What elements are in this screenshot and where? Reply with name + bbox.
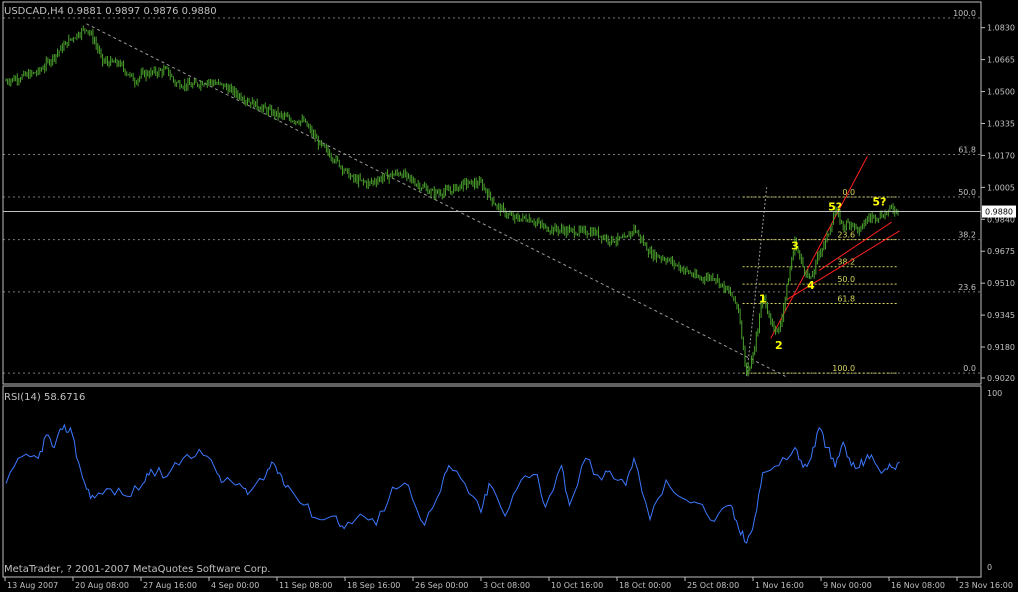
rsi-tick-label: 100: [987, 389, 1002, 398]
fib-level-label: 50.0: [958, 188, 976, 197]
rsi-header: RSI(14) 58.6716: [4, 392, 85, 403]
time-tick-label: 18 Sep 16:00: [347, 581, 400, 590]
rsi-axis: 100 0: [987, 389, 1002, 572]
time-tick-label: 1 Nov 16:00: [755, 581, 804, 590]
chart-frame: [2, 1, 982, 578]
price-tick-label: 0.9675: [987, 247, 1015, 256]
fib-retracement-label: 61.8: [837, 294, 855, 303]
price-tick-label: 0.9180: [987, 343, 1015, 352]
price-channel[interactable]: [770, 156, 900, 339]
price-axis: 1.0830 1.0665 1.0500 1.0335 1.0170 1.0005 0.98…: [981, 24, 1015, 383]
time-axis: 13 Aug 2007 20 Aug 08:00 27 Aug 16:00 4 Sep…: [4, 577, 1013, 590]
price-header: USDCAD,H4 0.9881 0.9897 0.9876 0.9880: [4, 6, 217, 17]
rsi-tick-label: 0: [987, 563, 992, 572]
price-tick-label: 1.0170: [987, 151, 1015, 160]
price-tick-label: 1.0665: [987, 56, 1015, 65]
current-price-tag: 0.9880: [982, 205, 1016, 218]
rsi-pane-border: [2, 385, 982, 578]
fib-retracement-label: 23.6: [837, 231, 855, 240]
fib-level-label: 100.0: [953, 9, 976, 18]
price-tick-label: 1.0005: [987, 183, 1015, 192]
time-tick-label: 4 Sep 00:00: [211, 581, 259, 590]
trendline[interactable]: [86, 23, 788, 378]
price-tick-label: 0.9510: [987, 279, 1015, 288]
price-pane-border: [2, 1, 982, 385]
fib-retracement-label: 50.0: [837, 275, 855, 284]
price-tick-label: 1.0830: [987, 24, 1015, 33]
wave-label: 3: [791, 239, 799, 252]
wave-label: 4: [807, 279, 815, 292]
chart-canvas: 100.061.850.038.223.60.00.023.638.250.06…: [2, 1, 1016, 590]
time-tick-label: 18 Oct 00:00: [619, 581, 671, 590]
wave-label: 1: [759, 293, 767, 306]
time-tick-label: 3 Oct 08:00: [483, 581, 530, 590]
price-bars: [5, 25, 899, 377]
time-tick-label: 11 Sep 08:00: [279, 581, 332, 590]
fib-retracement-label: 100.0: [832, 364, 855, 373]
wave-label: 5?: [872, 196, 886, 209]
time-tick-label: 9 Nov 00:00: [823, 581, 872, 590]
wave-label: 2: [775, 339, 783, 352]
fibonacci-levels: 100.061.850.038.223.60.00.023.638.250.06…: [3, 9, 981, 374]
time-tick-label: 27 Aug 16:00: [143, 581, 197, 590]
wave-label: 5?: [828, 201, 842, 214]
time-tick-label: 26 Sep 00:00: [415, 581, 468, 590]
time-tick-label: 10 Oct 16:00: [551, 581, 603, 590]
time-tick-label: 16 Nov 08:00: [891, 581, 945, 590]
rsi-pane[interactable]: RSI(14) 58.6716 MetaTrader, ? 2001-2007 …: [4, 392, 900, 575]
time-tick-label: 23 Nov 16:00: [959, 581, 1013, 590]
copyright-text: MetaTrader, ? 2001-2007 MetaQuotes Softw…: [4, 564, 270, 575]
price-tick-label: 1.0500: [987, 88, 1015, 97]
fib-level-label: 23.6: [958, 283, 976, 292]
fib-level-label: 61.8: [958, 145, 976, 154]
time-tick-label: 13 Aug 2007: [7, 581, 58, 590]
fib-level-label: 38.2: [958, 231, 976, 240]
price-tag-label: 0.9880: [985, 208, 1013, 217]
channel-line: [786, 230, 900, 301]
price-pane[interactable]: 100.061.850.038.223.60.00.023.638.250.06…: [3, 6, 981, 378]
rsi-line: [5, 423, 900, 544]
time-tick-label: 25 Oct 08:00: [687, 581, 739, 590]
price-tick-label: 1.0335: [987, 119, 1015, 128]
price-tick-label: 0.9345: [987, 311, 1015, 320]
fib-level-label: 0.0: [963, 364, 976, 373]
fib-retracement-label: 0.0: [842, 188, 855, 197]
time-tick-label: 20 Aug 08:00: [75, 581, 129, 590]
price-tick-label: 0.9020: [987, 374, 1015, 383]
